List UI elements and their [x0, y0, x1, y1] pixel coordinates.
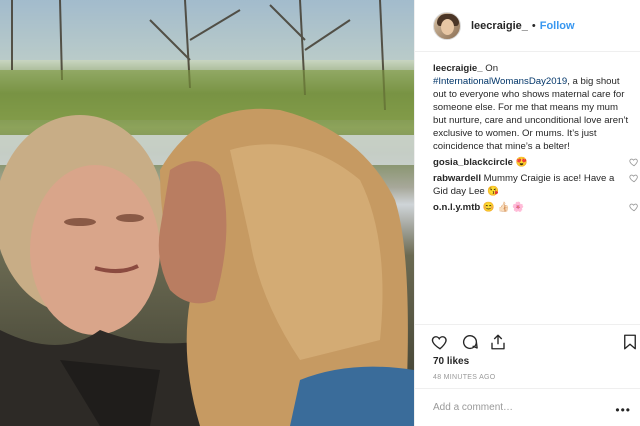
- comment-text: 😊 👍🏻 🌸: [480, 202, 525, 213]
- comment-item: gosia_blackcircle 😍: [433, 156, 638, 169]
- post-timestamp[interactable]: 48 MINUTES AGO: [433, 374, 496, 381]
- comment-input[interactable]: [433, 402, 603, 413]
- post-sidebar: leecraigie_ • Follow leecraigie_ On #Int…: [414, 0, 640, 426]
- heart-icon[interactable]: [629, 157, 639, 167]
- caption-text-before: On: [482, 63, 499, 74]
- caption: leecraigie_ On #InternationalWomansDay20…: [433, 62, 629, 153]
- share-icon[interactable]: [489, 333, 507, 351]
- comment-icon[interactable]: [461, 333, 479, 351]
- separator-dot: •: [531, 19, 536, 32]
- likes-count[interactable]: 70 likes: [433, 356, 469, 367]
- photo-illustration: [0, 0, 414, 426]
- comment-username[interactable]: gosia_blackcircle: [433, 157, 513, 168]
- post-header: leecraigie_ • Follow: [415, 0, 640, 52]
- heart-icon[interactable]: [629, 173, 639, 183]
- heart-icon[interactable]: [629, 202, 639, 212]
- comment-item: rabwardell Mummy Craigie is ace! Have a …: [433, 172, 638, 198]
- follow-button[interactable]: Follow: [540, 20, 575, 32]
- caption-username[interactable]: leecraigie_: [433, 63, 483, 74]
- avatar[interactable]: [433, 11, 461, 40]
- caption-text-after: , a big shout out to everyone who shows …: [433, 76, 629, 152]
- post-photo[interactable]: [0, 0, 414, 426]
- comment-username[interactable]: rabwardell: [433, 173, 481, 184]
- comment-username[interactable]: o.n.l.y.mtb: [433, 202, 480, 213]
- header-username[interactable]: leecraigie_: [471, 20, 528, 32]
- bookmark-icon[interactable]: [621, 333, 639, 351]
- comment-item: o.n.l.y.mtb 😊 👍🏻 🌸: [433, 201, 638, 214]
- comment-text: 😍: [513, 157, 528, 168]
- caption-hashtag[interactable]: #InternationalWomansDay2019: [433, 76, 567, 87]
- heart-icon[interactable]: [431, 333, 449, 351]
- comments-list: leecraigie_ On #InternationalWomansDay20…: [433, 62, 638, 214]
- more-options-icon[interactable]: •••: [615, 403, 631, 417]
- add-comment-bar: •••: [415, 388, 640, 426]
